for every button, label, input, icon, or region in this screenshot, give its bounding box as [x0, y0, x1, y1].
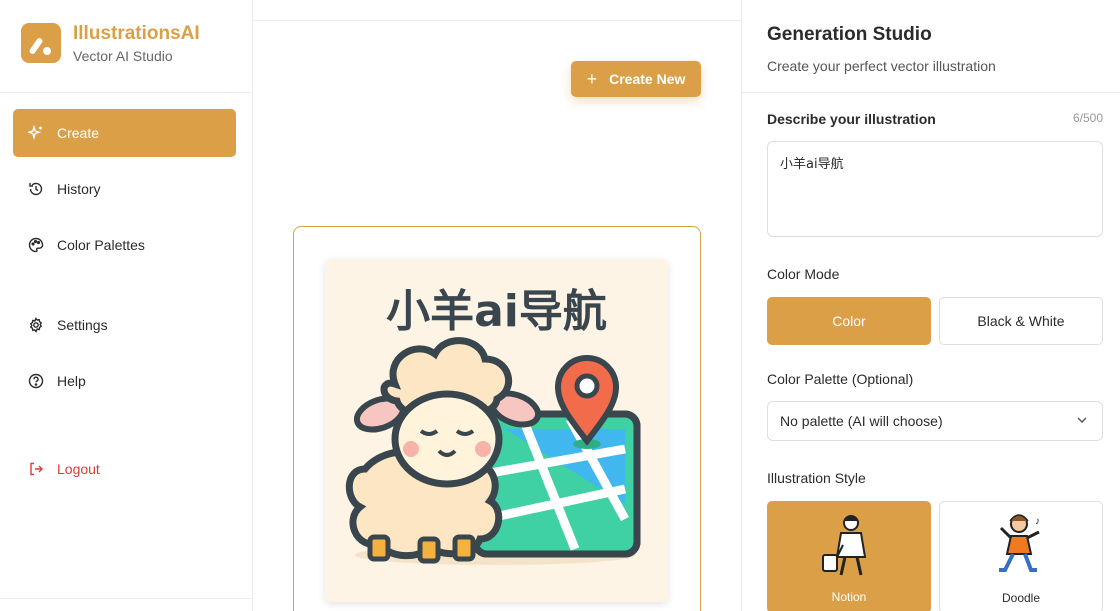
- help-circle-icon: [28, 373, 44, 389]
- panel-subtitle: Create your perfect vector illustration: [767, 58, 996, 74]
- sheep-map-illustration: [345, 337, 641, 565]
- color-mode-label: Color Mode: [767, 266, 840, 282]
- plus-icon: +: [586, 68, 598, 89]
- chevron-down-icon: [1076, 413, 1088, 429]
- result-card[interactable]: 小羊ai导航: [293, 226, 701, 611]
- generation-panel: Generation Studio Create your perfect ve…: [741, 0, 1120, 611]
- style-caption-notion: Notion: [831, 590, 867, 604]
- style-option-notion[interactable]: Notion: [767, 501, 931, 611]
- brand-subtitle: Vector AI Studio: [73, 48, 173, 64]
- brand[interactable]: IllustrationsAI Vector AI Studio: [21, 23, 200, 64]
- sidebar-divider: [0, 598, 252, 599]
- style-caption-doodle: Doodle: [1001, 591, 1041, 605]
- sidebar-item-label: Color Palettes: [57, 237, 145, 253]
- prompt-textarea[interactable]: 小羊ai导航: [767, 141, 1103, 237]
- sidebar-item-help[interactable]: Help: [13, 357, 236, 405]
- palette-icon: [28, 237, 44, 253]
- sidebar-item-label: History: [57, 181, 101, 197]
- color-mode-bw-button[interactable]: Black & White: [939, 297, 1103, 345]
- main-divider: [253, 20, 741, 21]
- sidebar-divider: [0, 92, 252, 93]
- char-counter: 6/500: [1072, 111, 1103, 125]
- doodle-style-thumbnail: ♪: [999, 514, 1040, 572]
- sidebar-item-label: Help: [57, 373, 86, 389]
- main-area: + Create New 小羊ai导航: [253, 0, 741, 611]
- palette-select-value: No palette (AI will choose): [780, 413, 943, 429]
- brand-name: IllustrationsAI: [73, 23, 200, 44]
- palette-select[interactable]: No palette (AI will choose): [767, 401, 1103, 441]
- history-icon: [28, 181, 44, 197]
- svg-text:♪: ♪: [1035, 516, 1040, 527]
- logout-button[interactable]: Logout: [13, 445, 236, 493]
- panel-divider: [742, 92, 1120, 93]
- brand-logo-icon: [21, 23, 61, 63]
- sparkle-icon: [28, 125, 44, 141]
- style-option-doodle[interactable]: ♪ Doodle: [939, 501, 1103, 611]
- sidebar: IllustrationsAI Vector AI Studio Create …: [0, 0, 253, 611]
- logout-icon: [28, 461, 44, 477]
- describe-label: Describe your illustration: [767, 111, 936, 127]
- sidebar-item-history[interactable]: History: [13, 165, 236, 213]
- sidebar-item-label: Settings: [57, 317, 108, 333]
- notion-style-thumbnail: [822, 515, 867, 576]
- create-new-button[interactable]: + Create New: [571, 61, 701, 97]
- panel-title: Generation Studio: [767, 24, 932, 45]
- sidebar-item-label: Create: [57, 125, 100, 141]
- palette-label: Color Palette (Optional): [767, 371, 914, 387]
- generated-illustration[interactable]: 小羊ai导航: [325, 259, 668, 602]
- sidebar-item-settings[interactable]: Settings: [13, 301, 236, 349]
- style-label: Illustration Style: [767, 470, 866, 486]
- logout-label: Logout: [57, 461, 100, 477]
- sidebar-item-create[interactable]: Create: [13, 109, 236, 157]
- color-mode-color-button[interactable]: Color: [767, 297, 931, 345]
- gear-icon: [28, 317, 44, 333]
- sidebar-item-color-palettes[interactable]: Color Palettes: [13, 221, 236, 269]
- create-new-label: Create New: [609, 71, 686, 87]
